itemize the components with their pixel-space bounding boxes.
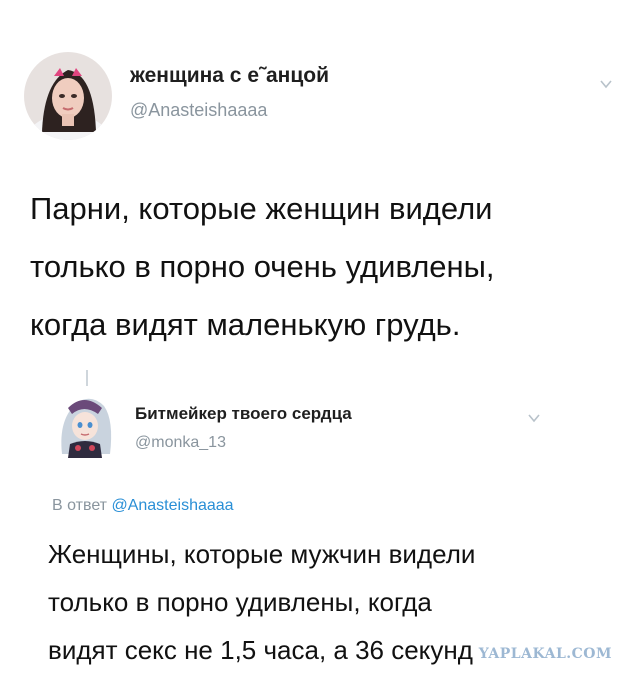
tweet-line: Парни, которые женщин видели — [30, 191, 493, 226]
display-name[interactable]: женщина с е˜анцой — [130, 64, 329, 88]
reply-context: В ответ @Anasteishaaaa — [52, 497, 234, 515]
tweet-text: Парни, которые женщин видели только в по… — [30, 180, 495, 354]
tweet-text: Женщины, которые мужчин видели только в … — [48, 530, 475, 674]
tweet-line: только в порно очень удивлены, — [30, 249, 495, 284]
tweet-line: Женщины, которые мужчин видели — [48, 539, 476, 569]
tweet-line: видят секс не 1,5 часа, а 36 секунд — [48, 635, 473, 665]
thread-line — [86, 370, 88, 386]
handle[interactable]: @monka_13 — [135, 434, 226, 452]
tweet-line: только в порно удивлены, когда — [48, 587, 432, 617]
chevron-down-icon[interactable] — [528, 412, 540, 424]
chevron-down-icon[interactable] — [600, 78, 612, 90]
display-name[interactable]: Битмейкер твоего сердца — [135, 404, 352, 424]
watermark: YAPLAKAL.COM — [476, 646, 614, 662]
reply-prefix: В ответ — [52, 497, 108, 514]
avatar[interactable] — [48, 388, 120, 460]
handle[interactable]: @Anasteishaaaa — [130, 100, 267, 121]
tweet-line: когда видят маленькую грудь. — [30, 307, 461, 342]
reply-handle-link[interactable]: @Anasteishaaaa — [111, 497, 233, 514]
avatar[interactable] — [24, 52, 112, 140]
